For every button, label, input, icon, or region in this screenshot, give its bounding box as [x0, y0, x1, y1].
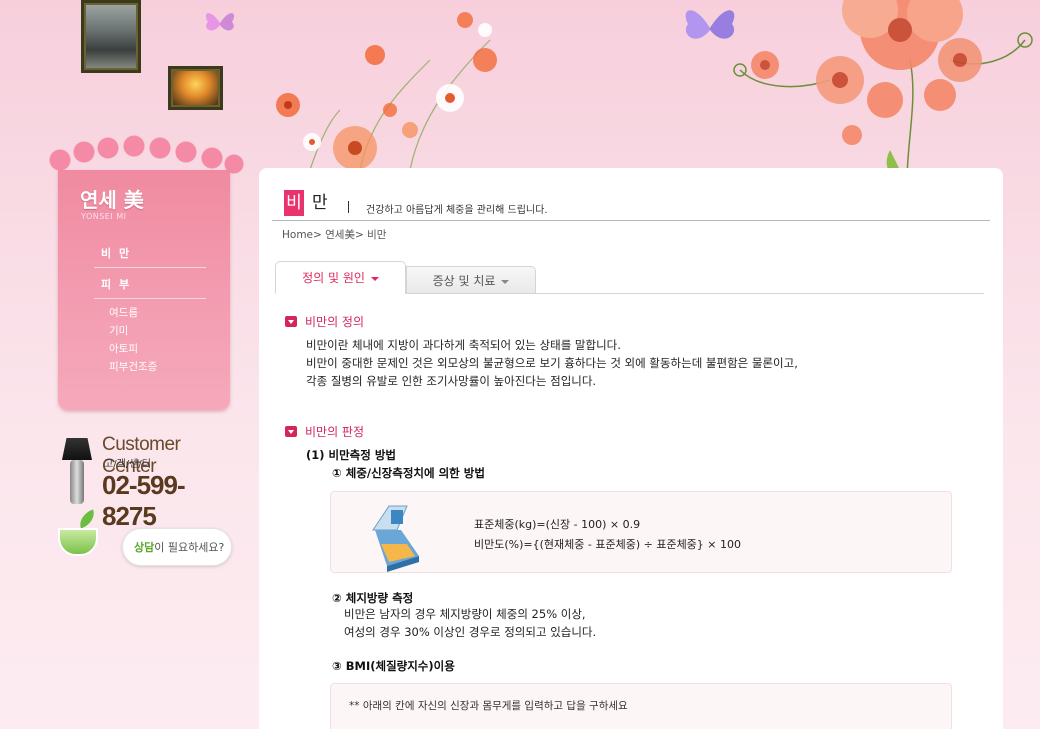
lamp-icon [62, 438, 92, 460]
breadcrumb: Home> 연세美> 비만 [282, 229, 387, 241]
bullet-arrow-icon [285, 426, 297, 437]
formula-standard-weight: 표준체중(kg)=(신장 - 100) × 0.9 [474, 518, 641, 531]
formula-box: 표준체중(kg)=(신장 - 100) × 0.9 비만도(%)={(현재체중 … [330, 491, 952, 573]
formula-obesity-degree: 비만도(%)={(현재체중 - 표준체중) ÷ 표준체중} × 100 [474, 538, 742, 551]
scale-icon [372, 505, 419, 572]
sidebar-subitem-atopy[interactable]: 아토피 [94, 340, 206, 358]
sidebar-subitem-dry-skin[interactable]: 피부건조증 [94, 358, 206, 376]
flowers-decoration [276, 12, 497, 170]
sidebar-menu: 비 만 피 부 여드름 기미 아토피 피부건조증 [94, 242, 206, 376]
consult-text: 상담이 필요하세요? [134, 539, 224, 555]
method-2-line: 여성의 경우 30% 이상인 경우로 정의되고 있습니다. [344, 625, 597, 639]
tab-bar: 정의 및 원인 증상 및 치료 [275, 261, 984, 294]
method-3-heading: ③ BMI(체질량지수)이용 [332, 659, 455, 673]
tab-label: 정의 및 원인 [302, 271, 365, 285]
customer-center-korean: 고/객/센/터 [104, 459, 151, 470]
bmi-note: ** 아래의 칸에 자신의 신장과 몸무게를 입력하고 답을 구하세요 [349, 700, 628, 712]
header-photo-lake [81, 0, 141, 73]
consult-banner[interactable]: 상담이 필요하세요? [56, 509, 236, 574]
section-heading-text: 비만의 판정 [305, 425, 365, 439]
butterfly-icon [205, 13, 235, 31]
bullet-arrow-icon [285, 316, 297, 327]
method-2-heading: ② 체지방량 측정 [332, 591, 414, 605]
section-heading-judgment: 비만의 판정 [285, 423, 364, 440]
consult-rest: 이 필요하세요? [154, 541, 225, 554]
caret-down-icon [370, 276, 379, 281]
tab-label: 증상 및 치료 [432, 274, 496, 288]
section-heading-text: 비만의 정의 [305, 315, 365, 329]
section-heading-definition: 비만의 정의 [285, 313, 364, 330]
sidebar-subitem-acne[interactable]: 여드름 [94, 304, 206, 322]
consult-accent: 상담 [134, 541, 155, 554]
brand-title: 연세 美 [80, 188, 144, 212]
page-title-char2: 만 [312, 193, 330, 213]
lamp-base [70, 460, 84, 504]
tab-definition-cause[interactable]: 정의 및 원인 [275, 261, 406, 294]
definition-line: 각종 질병의 유발로 인한 조기사망률이 높아진다는 점입니다. [306, 374, 597, 388]
sidebar-subitem-melasma[interactable]: 기미 [94, 322, 206, 340]
sidebar-item-obesity[interactable]: 비 만 [94, 242, 206, 268]
title-separator [348, 201, 349, 213]
main-content: 비 만 건강하고 아름답게 체중을 관리해 드립니다. Home> 연세美> 비… [259, 168, 1003, 729]
page-description: 건강하고 아름답게 체중을 관리해 드립니다. [366, 205, 548, 216]
method-2-line: 비만은 남자의 경우 체지방량이 체중의 25% 이상, [344, 607, 586, 621]
caret-down-icon [501, 279, 510, 284]
tea-cup-icon [58, 528, 98, 556]
definition-paragraph: 비만이란 체내에 지방이 과다하게 축적되어 있는 상태를 말합니다. 비만이 … [306, 336, 798, 390]
page-title-row: 비 만 건강하고 아름답게 체중을 관리해 드립니다. [272, 186, 990, 221]
brand-subtitle: YONSEI MI [81, 212, 127, 221]
page-title-char1: 비 [284, 190, 304, 216]
definition-line: 비만이 중대한 문제인 것은 외모상의 불균형으로 보기 흉하다는 것 외에 활… [306, 356, 798, 370]
subheading-measure-method: (1) 비만측정 방법 [306, 448, 397, 462]
header-photo-sunset [168, 66, 223, 110]
method-1-heading: ① 체중/신장측정치에 의한 방법 [332, 466, 485, 480]
tab-symptom-treatment[interactable]: 증상 및 치료 [406, 266, 536, 294]
definition-line: 비만이란 체내에 지방이 과다하게 축적되어 있는 상태를 말합니다. [306, 338, 621, 352]
sidebar-item-skin[interactable]: 피 부 [94, 273, 206, 299]
method-2-text: 비만은 남자의 경우 체지방량이 체중의 25% 이상, 여성의 경우 30% … [344, 605, 596, 641]
customer-center: Customer Center 고/객/센/터 02-599-8275 [58, 432, 238, 531]
leaf-icon [76, 509, 98, 529]
bmi-box: ** 아래의 칸에 자신의 신장과 몸무게를 입력하고 답을 구하세요 [330, 683, 952, 729]
